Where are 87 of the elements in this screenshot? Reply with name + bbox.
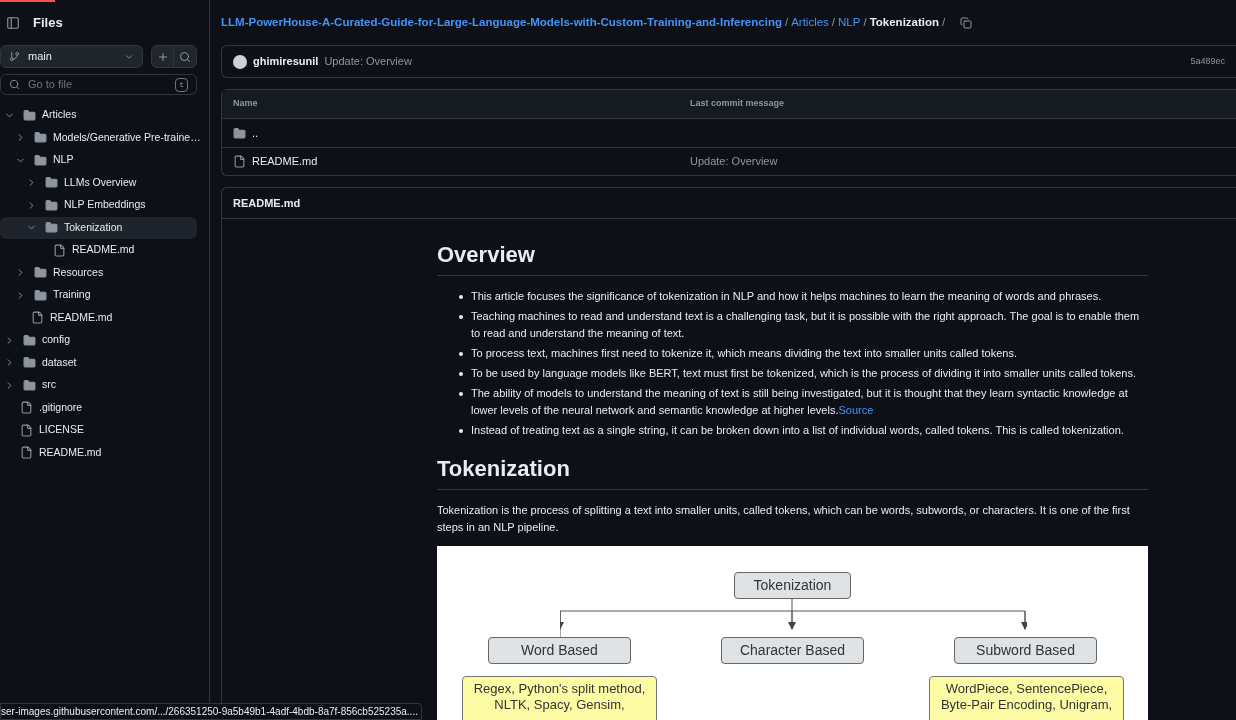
- commit-author[interactable]: ghimiresunil: [253, 53, 319, 70]
- sidebar-title: Files: [33, 13, 63, 32]
- paragraph: Tokenization is the process of splitting a text into smaller units, called tokens, which can be words, subwords, or characters. It is one of the first steps in an NLP pipeline.: [437, 503, 1131, 535]
- bullet-text: To process text, machines first need to tokenize it, which means dividing the text into smaller units called tokens.: [471, 346, 1017, 361]
- folder-icon: [45, 176, 58, 190]
- copy-path-button[interactable]: [960, 16, 973, 29]
- bullet-text: Instead of treating text as a single string, it can be broken down into a list of individual words, called tokens. This is called tokenization.: [471, 423, 1124, 438]
- file-tree-item[interactable]: config: [0, 329, 197, 352]
- commit-hash[interactable]: 5a489ec: [1190, 54, 1225, 69]
- section-heading: Tokenization: [437, 455, 1148, 490]
- file-tree-item[interactable]: Training: [0, 284, 197, 307]
- bullet-icon: [459, 372, 463, 376]
- bullet-icon: [459, 352, 463, 356]
- breadcrumb-separator: /: [784, 14, 789, 30]
- section-heading: Overview: [437, 241, 1148, 276]
- file-icon: [233, 155, 246, 168]
- folder-icon: [45, 221, 58, 235]
- search-icon: [179, 50, 191, 63]
- file-icon: [20, 423, 33, 437]
- commit-message-cell[interactable]: Update: Overview: [690, 153, 778, 170]
- file-tree-item[interactable]: NLP: [0, 149, 197, 172]
- shortcut-key: t: [175, 77, 188, 92]
- file-icon: [31, 311, 44, 325]
- file-tree-item[interactable]: README.md: [0, 239, 197, 262]
- bullet-icon: [459, 429, 463, 433]
- search-icon: [9, 79, 20, 90]
- file-name-link[interactable]: ..: [252, 124, 259, 142]
- breadcrumb-link[interactable]: LLM-PowerHouse-A-Curated-Guide-for-Large-Language-Models-with-Custom-Training-and-Inferencing: [221, 13, 782, 32]
- file-tree-item[interactable]: NLP Embeddings: [0, 194, 197, 217]
- go-to-file-input[interactable]: Go to file: [28, 76, 168, 93]
- file-tree-item[interactable]: Articles: [0, 104, 197, 127]
- plus-icon: [156, 50, 169, 63]
- bullet-text: The ability of models to understand the meaning of text is still being investigated, but it is thought that they learn syntactic knowledge at lower levels of the neural network and semantic knowledge at higher levels.Source: [471, 386, 1129, 418]
- readme-title: README.md: [233, 195, 301, 211]
- breadcrumb-current: Tokenization: [869, 14, 940, 30]
- bullet-text: Teaching machines to read and understand text is a challenging task, but it is possible with the right approach. The goal is to enable them to read and understand the meaning of text.: [471, 309, 1141, 341]
- file-tree-item[interactable]: Tokenization: [0, 216, 197, 239]
- file-icon: [20, 446, 33, 460]
- diagram-node: Subword Based: [954, 637, 1097, 664]
- commit-message[interactable]: Update: Overview: [324, 53, 412, 70]
- diagram-node: Word Based: [488, 637, 631, 664]
- branch-dropdown[interactable]: main: [0, 45, 143, 68]
- breadcrumb-separator: /: [831, 14, 836, 30]
- branch-icon: [9, 51, 20, 62]
- bullet-text: To be used by language models like BERT, text must first be tokenized, which is the process of dividing it into smaller units called tokens.: [471, 366, 1137, 381]
- folder-icon: [34, 288, 47, 302]
- bullet-icon: [459, 315, 463, 319]
- folder-icon: [23, 108, 36, 122]
- diagram-node: Character Based: [721, 637, 864, 664]
- file-tree-item[interactable]: LICENSE: [0, 419, 197, 442]
- column-header: Last commit message: [690, 97, 785, 111]
- bullet-icon: [459, 392, 463, 396]
- breadcrumb-separator: /: [942, 14, 946, 30]
- file-icon: [53, 243, 66, 257]
- file-tree-item[interactable]: README.md: [0, 306, 197, 329]
- breadcrumb-link[interactable]: Articles: [791, 13, 829, 32]
- folder-icon: [34, 131, 47, 145]
- status-url: ser-images.githubusercontent.com/.../266351250-9a5b49b1-4adf-4bdb-8a7f-856cb525235a....: [0, 703, 422, 720]
- folder-icon: [23, 333, 36, 347]
- go-to-file-field[interactable]: Go to file t: [0, 74, 197, 95]
- folder-icon: [34, 153, 47, 167]
- breadcrumb-separator: /: [863, 14, 867, 30]
- file-tree-item[interactable]: src: [0, 374, 197, 397]
- column-header: Name: [233, 97, 259, 111]
- note-text: Byte-Pair Encoding, Unigram,: [940, 697, 1113, 713]
- folder-icon: [23, 356, 36, 370]
- file-tree-item[interactable]: Resources: [0, 261, 197, 284]
- breadcrumb-link[interactable]: NLP: [838, 13, 861, 32]
- source-link[interactable]: Source: [838, 404, 874, 416]
- file-tree-item[interactable]: README.md: [0, 441, 197, 464]
- collapse-sidebar-button[interactable]: [5, 14, 21, 31]
- file-icon: [20, 401, 33, 415]
- folder-icon: [233, 126, 246, 140]
- avatar: [233, 54, 247, 69]
- file-name-link[interactable]: README.md: [252, 153, 318, 170]
- file-tree-item[interactable]: LLMs Overview: [0, 171, 197, 194]
- file-tree-item[interactable]: .gitignore: [0, 396, 197, 419]
- bullet-icon: [459, 295, 463, 299]
- diagram-node: Tokenization: [734, 572, 851, 599]
- file-tree-item[interactable]: dataset: [0, 351, 197, 374]
- note-text: NLTK, Spacy, Gensim,: [494, 697, 625, 713]
- folder-icon: [34, 266, 47, 280]
- bullet-text: This article focuses the significance of tokenization in NLP and how it helps machines to learn the meaning of words and phrases.: [471, 289, 1102, 304]
- folder-icon: [23, 378, 36, 392]
- folder-icon: [45, 198, 58, 212]
- note-text: Regex, Python's split method,: [473, 681, 646, 697]
- note-text: WordPiece, SentencePiece,: [945, 681, 1108, 697]
